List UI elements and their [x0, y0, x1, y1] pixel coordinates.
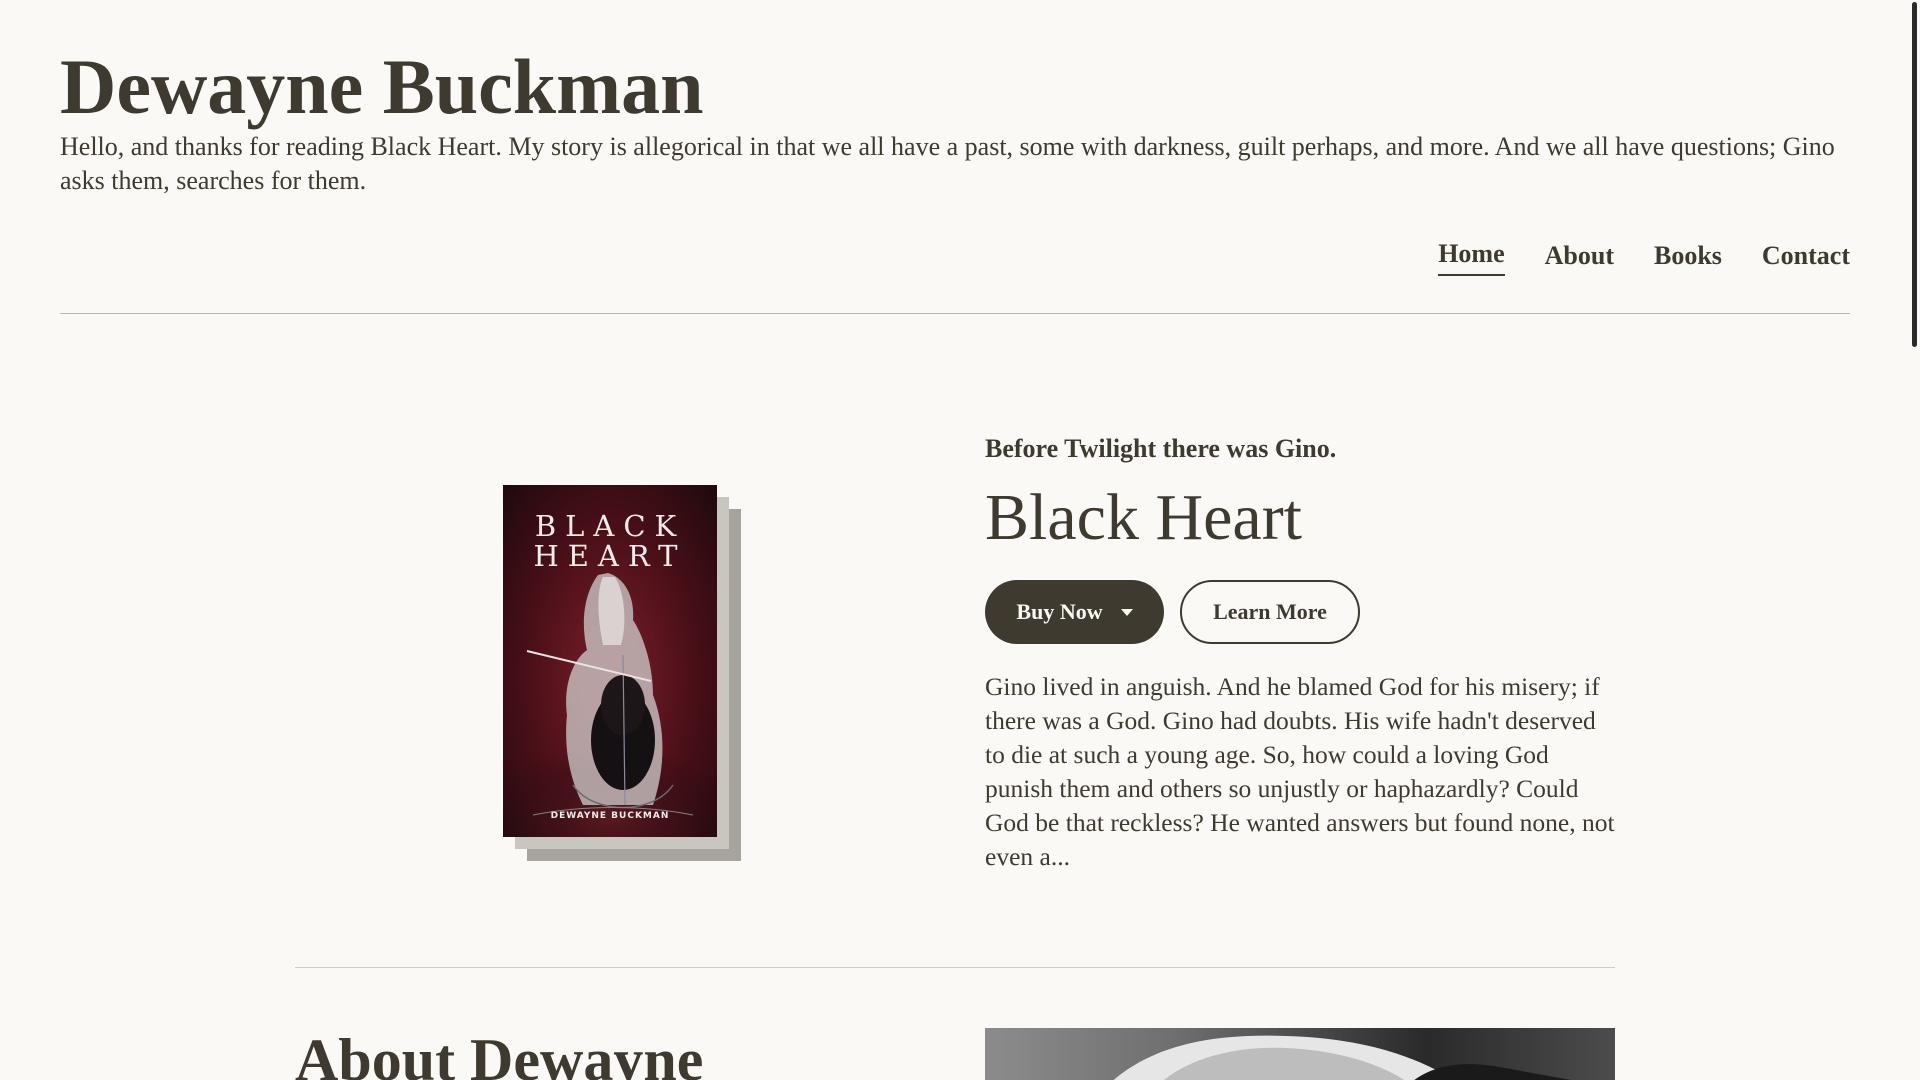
author-photo [985, 1028, 1615, 1080]
book-kicker: Before Twilight there was Gino. [985, 434, 1337, 463]
scrollbar[interactable] [1910, 0, 1920, 1080]
book-cover[interactable]: BLACK HEART DEWAYNE BUCKMAN [503, 485, 743, 861]
buy-now-button[interactable]: Buy Now [985, 580, 1164, 644]
cover-title-line1: BLACK [534, 509, 686, 543]
nav-home[interactable]: Home [1438, 236, 1505, 276]
nav-contact[interactable]: Contact [1762, 236, 1850, 276]
about-heading: About Dewayne [295, 1027, 704, 1080]
author-hair-texture [1113, 1035, 1571, 1080]
section-divider [295, 967, 1615, 968]
nav-books[interactable]: Books [1654, 236, 1722, 276]
page: Dewayne Buckman Hello, and thanks for re… [0, 0, 1920, 1080]
site-title[interactable]: Dewayne Buckman [60, 42, 704, 132]
buy-now-label: Buy Now [1016, 599, 1103, 624]
caret-down-icon [1120, 608, 1133, 616]
learn-more-button[interactable]: Learn More [1180, 580, 1360, 644]
book-synopsis: Gino lived in anguish. And he blamed God… [985, 672, 1615, 871]
header-divider [60, 313, 1850, 314]
cover-title-line2: HEART [533, 539, 687, 573]
scrollbar-thumb[interactable] [1912, 2, 1917, 347]
main-nav: Home About Books Contact [1438, 236, 1850, 276]
site-tagline: Hello, and thanks for reading Black Hear… [60, 132, 1835, 195]
cover-author: DEWAYNE BUCKMAN [550, 811, 670, 821]
nav-about[interactable]: About [1545, 236, 1614, 276]
cover-image: BLACK HEART DEWAYNE BUCKMAN [503, 485, 717, 837]
book-title: Black Heart [985, 481, 1303, 554]
